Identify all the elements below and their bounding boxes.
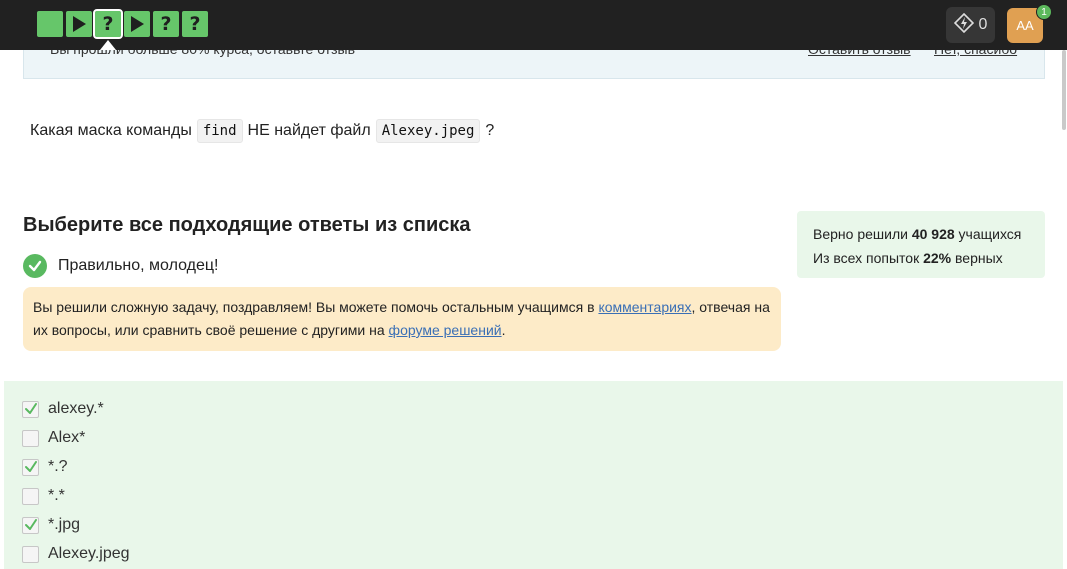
top-navigation-bar: ??? 0 AA 1: [0, 0, 1067, 50]
step-quiz-button[interactable]: ?: [93, 9, 123, 39]
step-quiz-button[interactable]: ?: [182, 11, 208, 37]
lesson-steps: ???: [37, 9, 208, 39]
attempts-percent: 22%: [923, 250, 952, 266]
hint-text: Вы решили сложную задачу, поздравляем! В…: [33, 299, 599, 315]
lightning-icon: [953, 12, 974, 38]
check-circle-icon: [23, 254, 47, 278]
play-icon: [73, 16, 86, 32]
checkbox-checked[interactable]: [22, 458, 39, 476]
code-filename: Alexey.jpeg: [375, 119, 481, 143]
answer-option[interactable]: *.?: [22, 458, 68, 476]
hint-box: Вы решили сложную задачу, поздравляем! В…: [23, 287, 781, 351]
question-part: Какая маска команды: [30, 122, 192, 139]
scrollbar[interactable]: [1062, 50, 1066, 130]
answer-option[interactable]: Alexey.jpeg: [22, 545, 130, 563]
checkbox-checked[interactable]: [22, 516, 39, 534]
checkmark-icon: [24, 519, 37, 530]
option-label: Alexey.jpeg: [48, 545, 130, 562]
option-label: *.?: [48, 458, 68, 475]
question-part: НЕ найдет файл: [247, 122, 371, 139]
checkbox-checked[interactable]: [22, 400, 39, 418]
step-video-button[interactable]: [66, 11, 92, 37]
stats-solved: Верно решили 40 928 учащихся: [813, 222, 1029, 246]
result-text: Правильно, молодец!: [58, 257, 219, 274]
energy-count: 0: [978, 16, 988, 33]
comments-link[interactable]: комментариях: [598, 299, 691, 315]
code-find: find: [196, 119, 243, 143]
option-label: *.*: [48, 487, 65, 504]
stats-label: учащихся: [954, 226, 1022, 242]
stats-label: Верно решили: [813, 226, 912, 242]
step-quiz-button[interactable]: ?: [153, 11, 179, 37]
play-icon: [131, 16, 144, 32]
answer-option[interactable]: *.jpg: [22, 516, 80, 534]
checkbox-unchecked[interactable]: [22, 545, 39, 563]
hint-text: .: [501, 322, 506, 338]
checkmark-icon: [24, 403, 37, 414]
checkbox-unchecked[interactable]: [22, 429, 39, 447]
option-label: *.jpg: [48, 516, 81, 533]
stats-label: Из всех попыток: [813, 250, 924, 266]
stats-label: верных: [951, 250, 1003, 266]
result-message: Правильно, молодец!: [23, 254, 218, 278]
answer-option[interactable]: *.*: [22, 487, 65, 505]
solved-count: 40 928: [911, 226, 955, 242]
checkmark-icon: [24, 461, 37, 472]
step-video-button[interactable]: [124, 11, 150, 37]
answer-option[interactable]: alexey.*: [22, 400, 104, 418]
answer-option[interactable]: Alex*: [22, 429, 85, 447]
option-label: alexey.*: [48, 400, 104, 417]
energy-button[interactable]: 0: [946, 7, 995, 43]
step-solved-button[interactable]: [37, 11, 63, 37]
solutions-forum-link[interactable]: форуме решений: [389, 322, 502, 338]
option-label: Alex*: [48, 429, 86, 446]
question-text: Какая маска команды find НЕ найдет файл …: [30, 119, 494, 143]
notification-badge: 1: [1036, 4, 1052, 20]
current-step-indicator: [100, 40, 116, 50]
question-part: ?: [485, 122, 495, 139]
checkbox-unchecked[interactable]: [22, 487, 39, 505]
answer-heading: Выберите все подходящие ответы из списка: [23, 214, 471, 236]
stats-attempts: Из всех попыток 22% верных: [813, 246, 1029, 270]
answer-options: alexey.* Alex* *.? *.* *.jpg Alexey.jpeg: [4, 381, 1063, 569]
stats-box: Верно решили 40 928 учащихся Из всех поп…: [797, 211, 1045, 278]
